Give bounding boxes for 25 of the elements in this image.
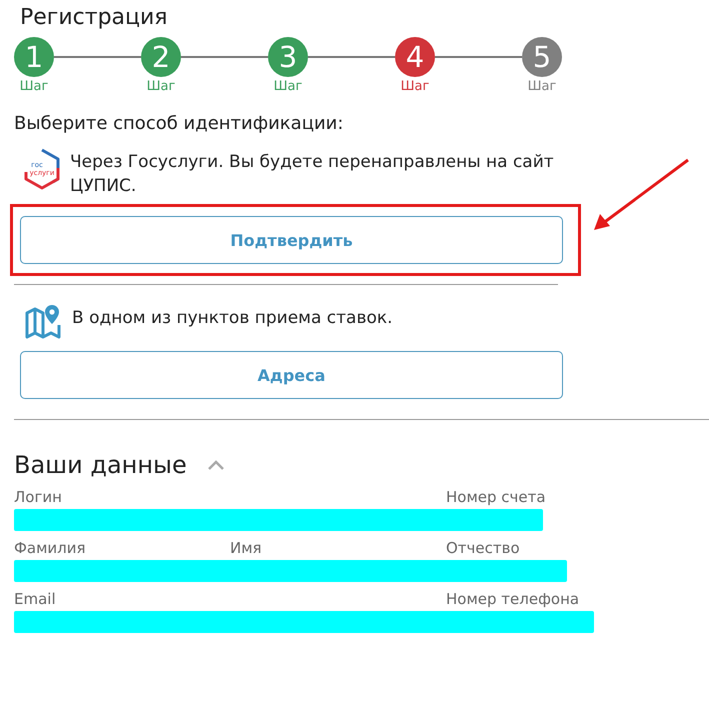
field-label: Имя [230,539,262,557]
step-label: Шаг [146,79,176,94]
addresses-button[interactable]: Адреса [20,351,563,399]
field-label: Фамилия [14,539,86,557]
step-circle: 4 [395,37,435,77]
page-title: Регистрация [19,4,169,32]
identification-prompt: Выберите способ идентификации: [13,112,344,136]
step-circle: 5 [522,37,562,77]
step-circle: 3 [268,37,308,77]
step-circle: 2 [141,37,181,77]
field-label: Логин [14,488,62,506]
step-label: Шаг [400,79,430,94]
field-label: Номер счета [446,488,546,506]
field-label: Отчество [446,539,520,557]
confirm-button[interactable]: Подтвердить [20,216,563,264]
section-title: Ваши данные [14,450,187,480]
method-description: В одном из пунктов приема ставок. [72,307,394,330]
field-label: Номер телефона [446,590,580,608]
step-circle: 1 [14,37,54,77]
step-label: Шаг [274,79,302,94]
chevron-up-icon[interactable] [206,460,225,470]
method-description: Через Госуслуги. Вы будете перенаправлены на сайт ЦУПИС. [70,151,555,198]
field-label: Email [14,590,56,608]
step-label: Шаг [20,79,48,94]
step-label: Шаг [528,79,556,94]
